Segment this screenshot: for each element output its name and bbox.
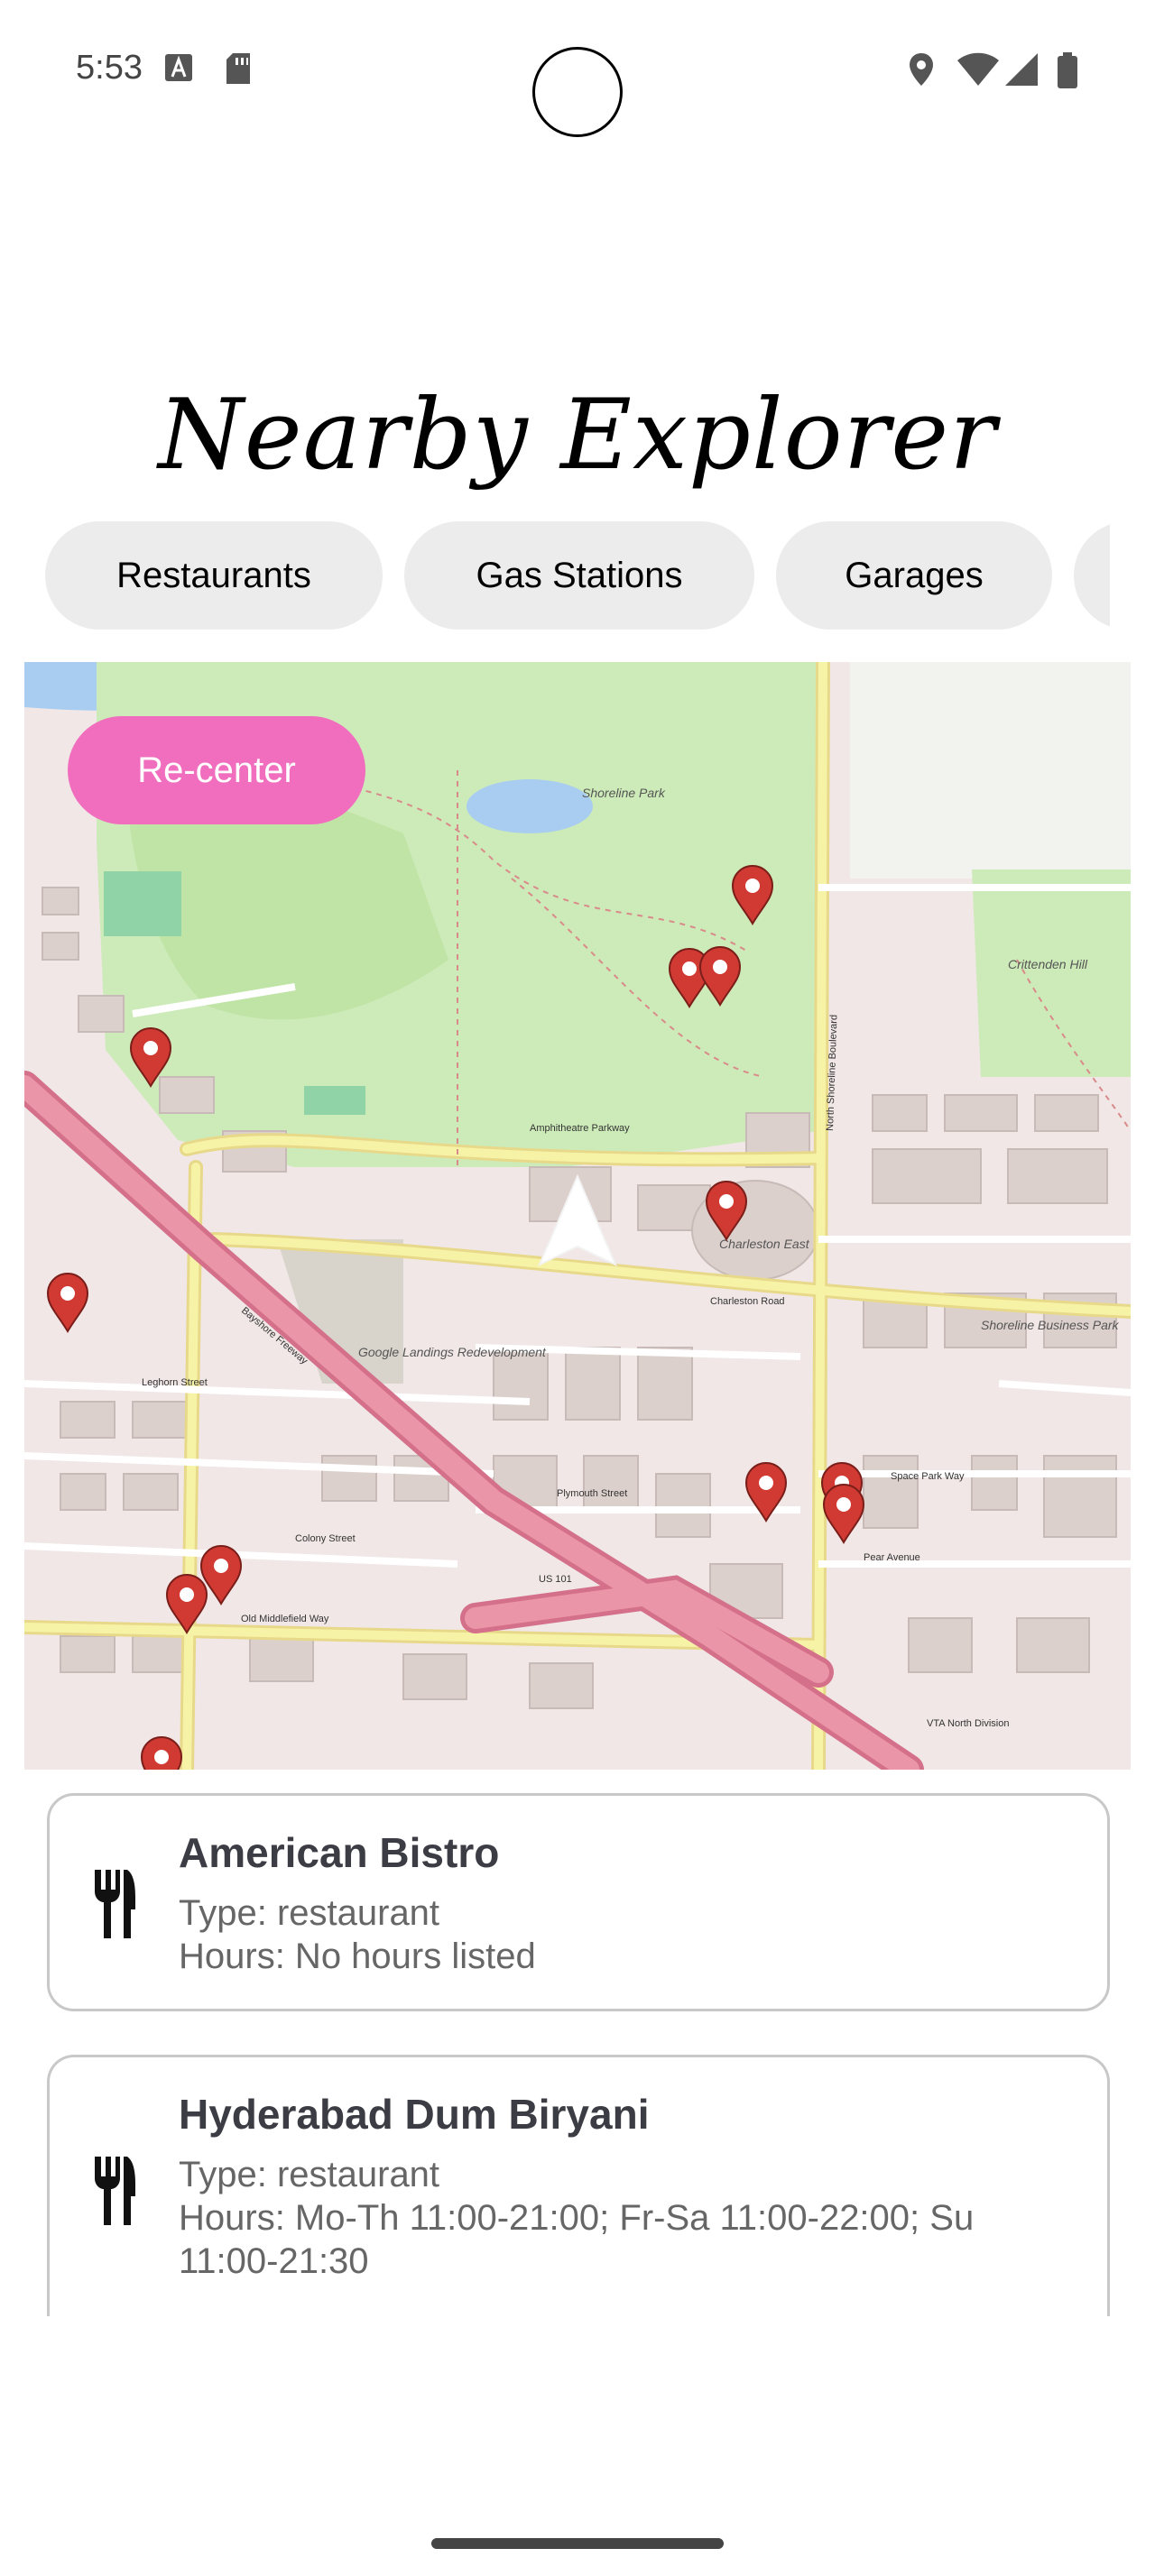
place-name: Hyderabad Dum Biryani [179, 2091, 650, 2138]
place-card[interactable]: Hyderabad Dum Biryani Type: restaurant H… [47, 2055, 1110, 2316]
chip-more[interactable] [1074, 521, 1110, 630]
sd-card-icon [226, 53, 250, 84]
place-hours: Hours: No hours listed [179, 1937, 536, 1976]
map-label: Amphitheatre Parkway [530, 1123, 630, 1134]
map-label: Leghorn Street [142, 1377, 208, 1388]
map-label: Space Park Way [891, 1471, 965, 1482]
app-title: Nearby Explorer [158, 379, 997, 492]
battery-icon [1058, 52, 1077, 88]
place-marker-icon[interactable] [140, 1736, 183, 1770]
place-hours-continued: 11:00-21:30 [179, 2241, 369, 2281]
fork-knife-icon [95, 1870, 135, 1938]
place-type: Type: restaurant [179, 2155, 440, 2194]
chip-garages[interactable]: Garages [776, 521, 1052, 630]
map-label: Google Landings Redevelopment [358, 1345, 547, 1359]
signal-icon [1005, 53, 1038, 86]
recenter-button[interactable]: Re-center [68, 716, 365, 824]
location-icon [910, 53, 933, 86]
recenter-label: Re-center [137, 750, 296, 790]
map-label: Old Middlefield Way [241, 1614, 329, 1624]
place-hours: Hours: Mo-Th 11:00-21:00; Fr-Sa 11:00-22… [179, 2198, 975, 2238]
map-label: Shoreline Business Park [981, 1318, 1120, 1332]
map-label: VTA North Division [927, 1718, 1010, 1729]
map-label: Crittenden Hill [1008, 957, 1088, 971]
chip-label: Restaurants [116, 555, 311, 595]
wifi-icon [957, 52, 999, 86]
fork-knife-icon [95, 2157, 135, 2225]
chip-label: Gas Stations [476, 555, 683, 595]
map-view[interactable]: Shoreline Park Charleston East Shoreline… [24, 662, 1131, 1770]
category-chip-row[interactable]: Restaurants Gas Stations Garages [45, 521, 1110, 631]
map-label: Charleston Road [710, 1296, 785, 1307]
map-label: Colony Street [295, 1533, 356, 1544]
chip-gas-stations[interactable]: Gas Stations [404, 521, 754, 630]
chip-restaurants[interactable]: Restaurants [45, 521, 383, 630]
status-time: 5:53 [76, 49, 143, 87]
place-name: American Bistro [179, 1829, 500, 1876]
chip-label: Garages [845, 555, 984, 595]
map-label: Plymouth Street [557, 1488, 627, 1499]
place-type: Type: restaurant [179, 1893, 440, 1933]
map-tiles: Shoreline Park Charleston East Shoreline… [24, 662, 1131, 1770]
map-label: US 101 [539, 1574, 572, 1585]
map-label: Charleston East [719, 1237, 810, 1251]
status-bar: 5:53 [0, 0, 1155, 144]
map-label: Shoreline Park [582, 786, 666, 800]
text-a-icon [165, 54, 192, 81]
map-label: Pear Avenue [864, 1552, 920, 1563]
home-indicator[interactable] [431, 2538, 724, 2549]
camera-cutout [532, 47, 623, 137]
place-card[interactable]: American Bistro Type: restaurant Hours: … [47, 1793, 1110, 2011]
